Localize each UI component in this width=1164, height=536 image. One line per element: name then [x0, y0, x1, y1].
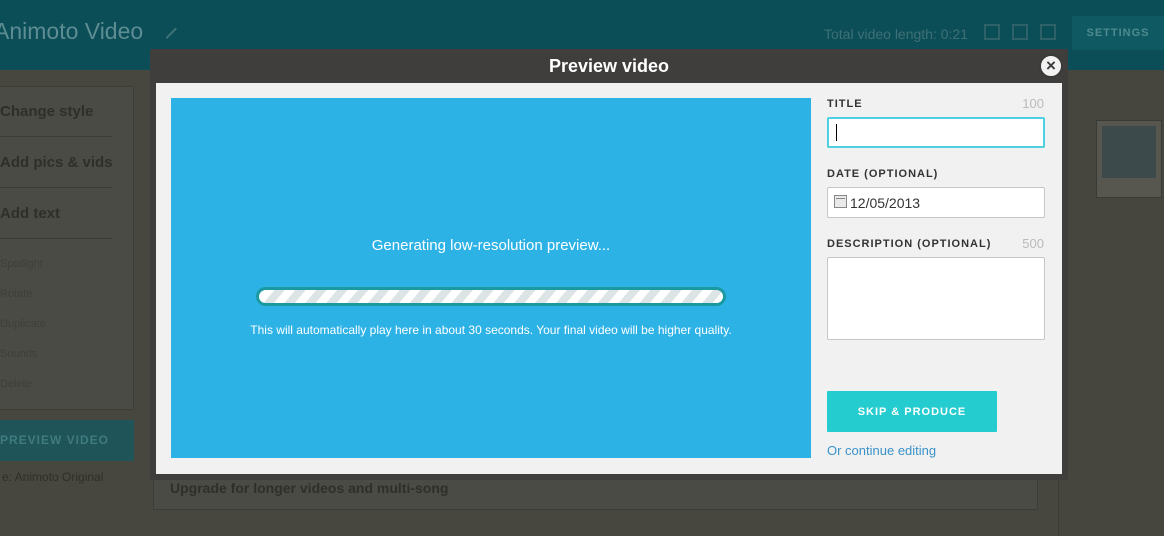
modal-title: Preview video [548, 56, 670, 76]
progress-fill [259, 290, 723, 303]
sidebar-divider [0, 187, 112, 188]
sidebar-divider [0, 136, 112, 137]
description-textarea[interactable] [827, 257, 1045, 340]
continue-editing-link[interactable]: Or continue editing [827, 443, 936, 458]
title-label: TITLE [827, 98, 863, 110]
progress-bar [256, 287, 726, 306]
video-length: Total video length: 0:21 [824, 26, 968, 42]
settings-button[interactable]: SETTINGS [1072, 16, 1164, 50]
preview-video-button[interactable]: PREVIEW VIDEO [0, 420, 134, 461]
generating-status: Generating low-resolution preview... [371, 237, 611, 254]
sidebar-subitem-spotlight[interactable]: Spotlight [0, 258, 43, 270]
thumbnail-image [1102, 126, 1156, 178]
title-input[interactable] [827, 117, 1045, 148]
sidebar-item-change-style[interactable]: Change style [0, 103, 93, 120]
date-label: DATE (OPTIONAL) [827, 168, 939, 180]
single-view-icon[interactable] [984, 24, 1000, 40]
app-title: Animoto Video [0, 18, 144, 44]
upgrade-text: Upgrade for longer videos and multi-song [170, 480, 449, 496]
sidebar-divider [0, 238, 112, 239]
sidebar-subitem-sounds[interactable]: Sounds [0, 348, 37, 360]
sidebar-subitem-duplicate[interactable]: Duplicate [0, 318, 46, 330]
grid-view-icon[interactable] [1012, 24, 1028, 40]
close-icon[interactable]: × [1039, 54, 1063, 78]
sidebar [0, 86, 134, 410]
style-name: e: Animoto Original [2, 470, 104, 484]
pencil-icon[interactable] [157, 19, 177, 39]
video-preview-area [171, 98, 811, 458]
large-view-icon[interactable] [1040, 24, 1056, 40]
description-char-counter: 500 [1022, 236, 1044, 251]
sidebar-item-add-pics[interactable]: Add pics & vids [0, 154, 113, 171]
description-label: DESCRIPTION (OPTIONAL) [827, 238, 992, 250]
preview-info-text: This will automatically play here in abo… [250, 323, 732, 337]
calendar-icon[interactable] [834, 195, 847, 208]
title-char-counter: 100 [1022, 96, 1044, 111]
date-value[interactable]: 12/05/2013 [850, 195, 920, 211]
sidebar-item-add-text[interactable]: Add text [0, 205, 60, 222]
sidebar-subitem-rotate[interactable]: Rotate [0, 288, 32, 300]
sidebar-subitem-delete[interactable]: Delete [0, 378, 32, 390]
skip-and-produce-button[interactable]: SKIP & PRODUCE [827, 391, 997, 432]
text-caret [836, 124, 837, 141]
